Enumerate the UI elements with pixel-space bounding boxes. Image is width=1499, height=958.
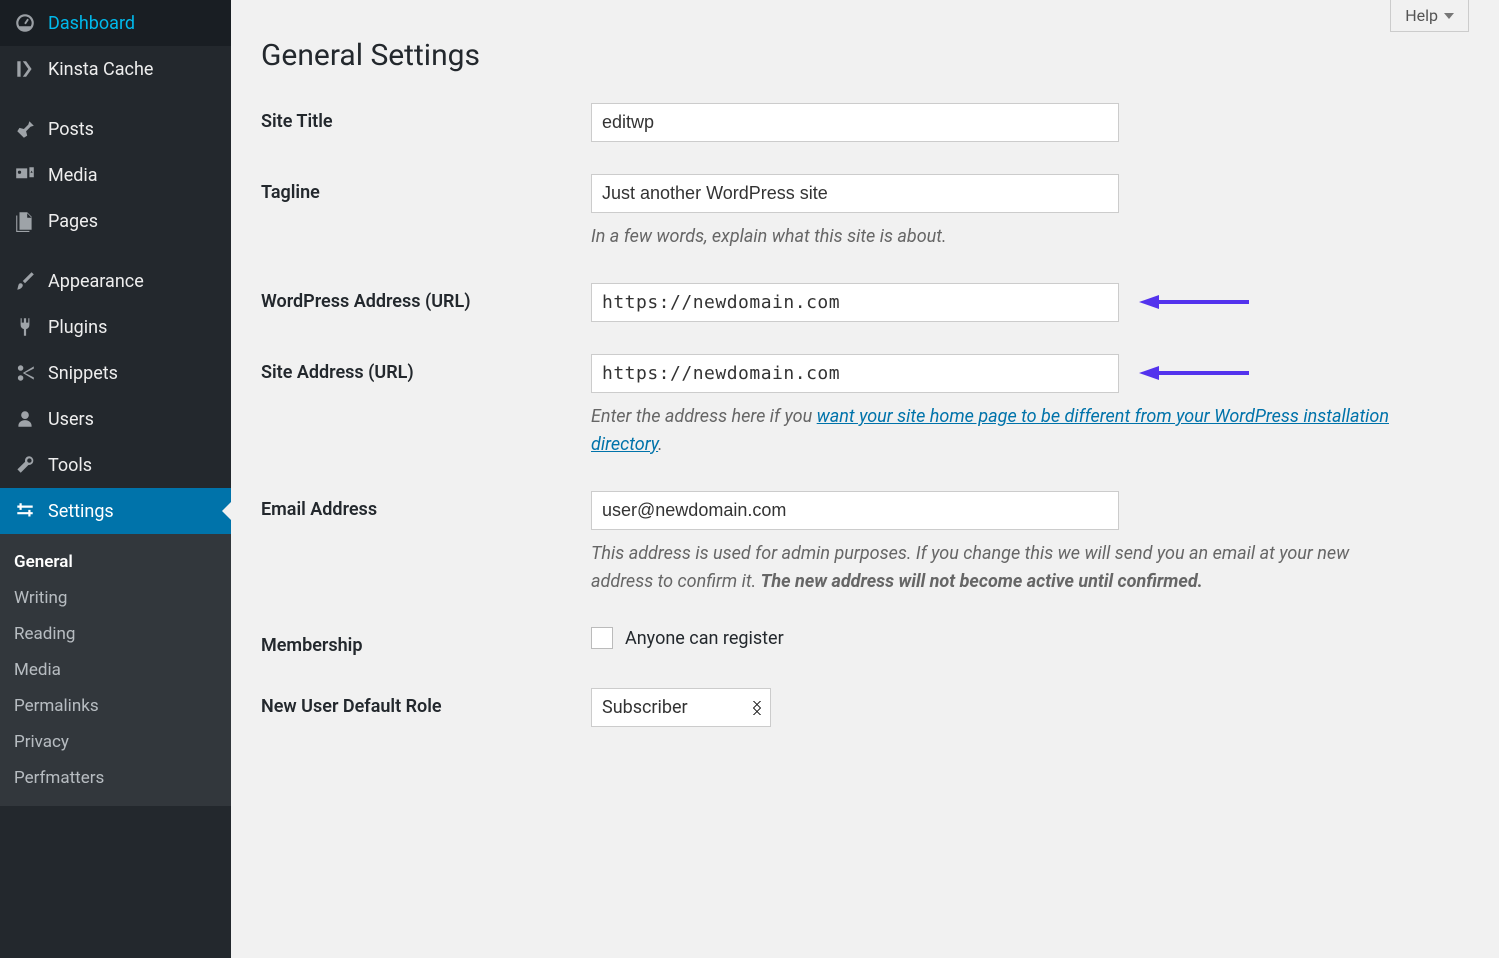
sidebar-item-settings[interactable]: Settings [0,488,231,534]
desc-text: Enter the address here if you [591,406,817,427]
submenu-item-perfmatters[interactable]: Perfmatters [0,760,231,796]
pin-icon [14,118,36,140]
submenu-item-media[interactable]: Media [0,652,231,688]
menu-separator [0,244,231,258]
settings-form: Site Title Tagline In a few words, expla… [261,103,1469,727]
label-email: Email Address [261,491,591,520]
help-label: Help [1405,6,1438,25]
sidebar-item-users[interactable]: Users [0,396,231,442]
default-role-select[interactable]: Subscriber [591,688,771,727]
tagline-input[interactable] [591,174,1119,213]
dashboard-icon [14,12,36,34]
sidebar-item-tools[interactable]: Tools [0,442,231,488]
arrow-annotation-icon [1139,295,1249,309]
sidebar-item-pages[interactable]: Pages [0,198,231,244]
row-email: Email Address This address is used for a… [261,491,1469,596]
site-url-input[interactable] [591,354,1119,393]
page-icon [14,210,36,232]
site-url-description: Enter the address here if you want your … [591,403,1391,459]
sidebar-item-label: Posts [48,119,94,140]
kinsta-icon [14,58,36,80]
row-membership: Membership Anyone can register [261,627,1469,656]
sidebar-item-dashboard[interactable]: Dashboard [0,0,231,46]
membership-checkbox-label: Anyone can register [625,628,784,649]
label-wp-url: WordPress Address (URL) [261,283,591,312]
sliders-icon [14,500,36,522]
help-tab[interactable]: Help [1390,0,1469,32]
user-icon [14,408,36,430]
sidebar-item-label: Plugins [48,317,107,338]
menu-separator [0,92,231,106]
sidebar-item-label: Kinsta Cache [48,59,153,80]
row-wp-url: WordPress Address (URL) [261,283,1469,322]
sidebar-item-label: Settings [48,501,114,522]
sidebar-item-plugins[interactable]: Plugins [0,304,231,350]
admin-sidebar: Dashboard Kinsta Cache Posts Media Pages… [0,0,231,958]
page-title: General Settings [261,38,1469,73]
sidebar-item-label: Tools [48,455,92,476]
select-value: Subscriber [602,697,688,718]
sidebar-item-label: Media [48,165,98,186]
row-site-title: Site Title [261,103,1469,142]
row-tagline: Tagline In a few words, explain what thi… [261,174,1469,251]
desc-strong: The new address will not become active u… [761,571,1203,592]
sidebar-item-label: Pages [48,211,98,232]
sidebar-item-snippets[interactable]: Snippets [0,350,231,396]
email-description: This address is used for admin purposes.… [591,540,1391,596]
membership-checkbox[interactable] [591,627,613,649]
scissors-icon [14,362,36,384]
email-input[interactable] [591,491,1119,530]
wrench-icon [14,454,36,476]
brush-icon [14,270,36,292]
sidebar-item-label: Dashboard [48,13,135,34]
label-membership: Membership [261,627,591,656]
sidebar-item-posts[interactable]: Posts [0,106,231,152]
main-content: Help General Settings Site Title Tagline… [231,0,1499,958]
sidebar-item-label: Snippets [48,363,118,384]
submenu-item-permalinks[interactable]: Permalinks [0,688,231,724]
submenu-item-writing[interactable]: Writing [0,580,231,616]
submenu-item-general[interactable]: General [0,544,231,580]
submenu-item-reading[interactable]: Reading [0,616,231,652]
sidebar-item-appearance[interactable]: Appearance [0,258,231,304]
sidebar-item-label: Appearance [48,271,144,292]
plug-icon [14,316,36,338]
sidebar-item-kinsta-cache[interactable]: Kinsta Cache [0,46,231,92]
tagline-description: In a few words, explain what this site i… [591,223,1391,251]
label-default-role: New User Default Role [261,688,591,717]
submenu-item-privacy[interactable]: Privacy [0,724,231,760]
desc-text: . [658,434,663,455]
label-tagline: Tagline [261,174,591,203]
settings-submenu: General Writing Reading Media Permalinks… [0,534,231,806]
wordpress-url-input[interactable] [591,283,1119,322]
sidebar-item-label: Users [48,409,94,430]
label-site-url: Site Address (URL) [261,354,591,383]
media-icon [14,164,36,186]
arrow-annotation-icon [1139,366,1249,380]
row-default-role: New User Default Role Subscriber [261,688,1469,727]
label-site-title: Site Title [261,103,591,132]
chevron-down-icon [1444,13,1454,19]
sidebar-item-media[interactable]: Media [0,152,231,198]
site-title-input[interactable] [591,103,1119,142]
row-site-url: Site Address (URL) Enter the address her… [261,354,1469,459]
